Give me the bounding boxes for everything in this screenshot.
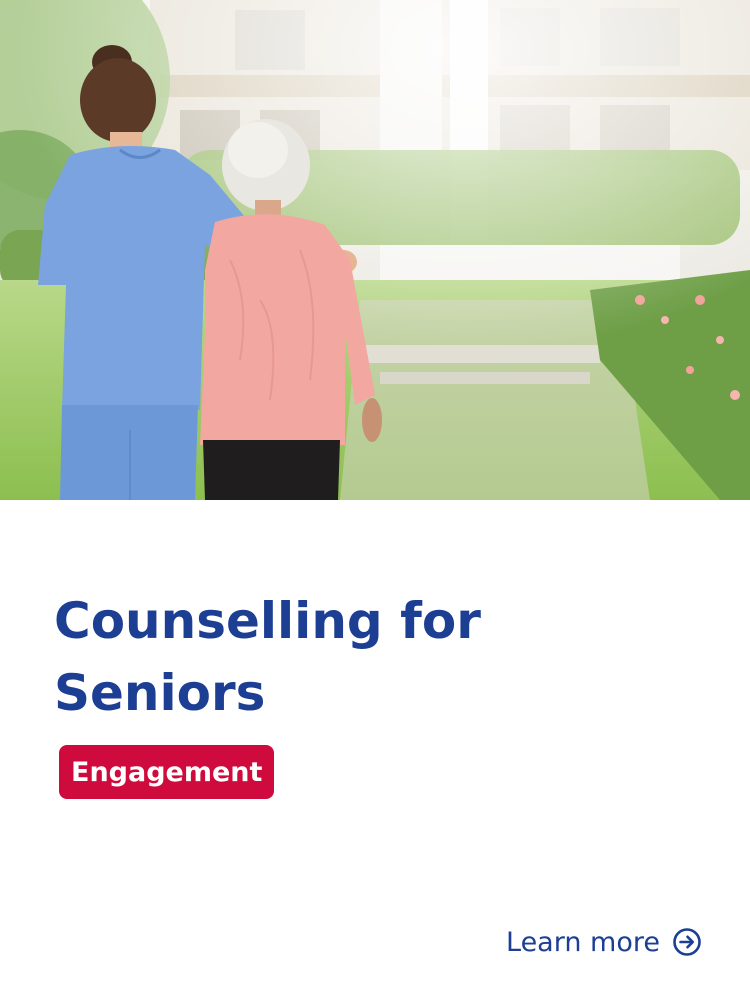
arrow-right-circle-icon: [672, 927, 702, 957]
learn-more-label: Learn more: [506, 926, 660, 958]
service-card: Counselling for Seniors Engagement Learn…: [0, 0, 750, 1000]
hero-photo: [0, 0, 750, 500]
card-title: Counselling for Seniors: [54, 592, 481, 722]
learn-more-link[interactable]: Learn more: [506, 920, 702, 964]
category-tag: Engagement: [59, 745, 275, 799]
